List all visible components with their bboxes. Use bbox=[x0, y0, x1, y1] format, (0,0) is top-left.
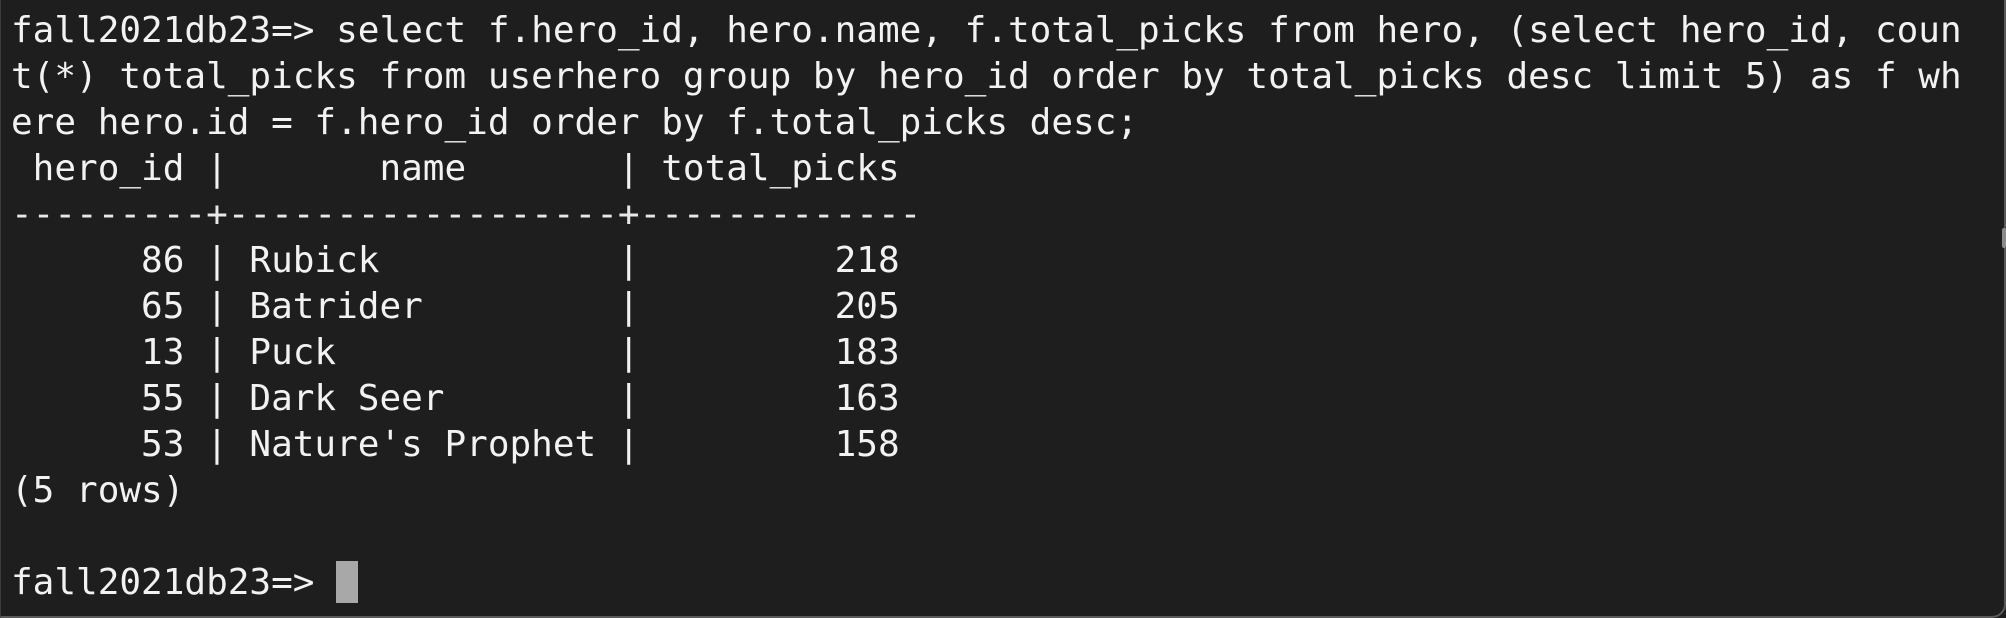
query-line-2: t(*) total_picks from userhero group by … bbox=[11, 56, 1962, 97]
scrollbar-indicator[interactable] bbox=[2002, 228, 2006, 248]
prompt: fall2021db23=> bbox=[11, 562, 337, 603]
row-count: (5 rows) bbox=[11, 470, 185, 511]
table-row: 55 | Dark Seer | 163 bbox=[11, 378, 900, 419]
terminal-output: fall2021db23=> select f.hero_id, hero.na… bbox=[11, 8, 1962, 606]
table-row: 53 | Nature's Prophet | 158 bbox=[11, 424, 900, 465]
table-row: 65 | Batrider | 205 bbox=[11, 286, 900, 327]
prompt: fall2021db23=> bbox=[11, 10, 337, 51]
result-header: hero_id | name | total_picks bbox=[11, 148, 922, 189]
query-line-3: ere hero.id = f.hero_id order by f.total… bbox=[11, 102, 1139, 143]
query-text: select f.hero_id, hero.name, f.total_pic… bbox=[336, 10, 1962, 51]
result-separator: ---------+------------------+-----------… bbox=[11, 194, 922, 235]
background-window-text bbox=[720, 608, 1970, 618]
text-cursor bbox=[336, 561, 359, 603]
table-row: 13 | Puck | 183 bbox=[11, 332, 900, 373]
table-row: 86 | Rubick | 218 bbox=[11, 240, 900, 281]
input-line[interactable]: fall2021db23=> bbox=[11, 560, 1962, 606]
terminal-window[interactable]: fall2021db23=> select f.hero_id, hero.na… bbox=[0, 0, 2006, 618]
query-line-1: fall2021db23=> select f.hero_id, hero.na… bbox=[11, 8, 1962, 54]
